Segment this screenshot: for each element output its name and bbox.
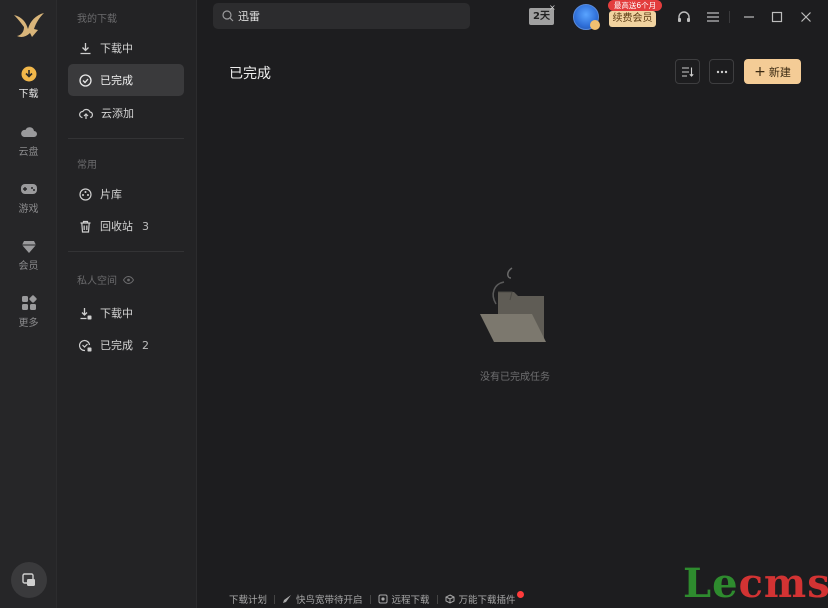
sidebar-item-label: 下载中 <box>100 42 133 55</box>
search-icon <box>222 10 234 22</box>
watermark-logo: Lecms <box>683 560 828 608</box>
sidebar-item-completed[interactable]: 已完成 <box>68 64 184 96</box>
boost-label: 快鸟宽带待开启 <box>296 595 363 606</box>
rail-item-cloud[interactable]: 云盘 <box>0 124 57 174</box>
footer-bar: 下载计划 快鸟宽带待开启 远程下载 万能下载插件 <box>229 590 524 606</box>
cube-icon <box>445 594 455 604</box>
rail-item-download[interactable]: 下载 <box>0 66 57 116</box>
private-completed-count: 2 <box>142 338 149 352</box>
apps-icon <box>21 295 37 310</box>
download-plan-link[interactable]: 下载计划 <box>229 592 267 606</box>
download-icon <box>21 66 36 82</box>
private-complete-icon <box>79 339 92 351</box>
title-divider <box>729 11 730 23</box>
footer-divider <box>436 594 438 604</box>
divider <box>68 138 184 139</box>
search-input[interactable] <box>238 9 458 23</box>
section-my-downloads: 我的下载 <box>77 14 117 25</box>
remote-label: 远程下载 <box>391 595 430 606</box>
plugin-label: 万能下载插件 <box>458 595 516 606</box>
vip-badge-icon <box>590 20 600 30</box>
minimize-icon <box>744 16 754 18</box>
rail-label: 会员 <box>18 261 39 272</box>
maximize-icon <box>771 11 783 23</box>
rail-label: 下载 <box>18 89 39 100</box>
headset-icon <box>678 11 690 22</box>
rail-item-more[interactable]: 更多 <box>0 295 57 345</box>
sort-button[interactable] <box>675 59 700 84</box>
sidebar: 我的下载 下载中 已完成 云添加 常用 片库 回收站 3 私人空间 下载中 已完… <box>57 0 197 608</box>
minimize-button[interactable] <box>741 9 757 25</box>
sidebar-item-label: 已完成 <box>100 74 133 87</box>
download-arrow-icon <box>80 42 91 54</box>
rail-label: 游戏 <box>18 204 39 215</box>
rocket-icon <box>283 595 292 603</box>
thunder-bird-logo <box>12 9 46 41</box>
rail-item-game[interactable]: 游戏 <box>0 181 57 231</box>
sidebar-item-label: 回收站 <box>100 220 133 233</box>
private-download-icon <box>80 307 92 319</box>
empty-folder-illustration <box>476 264 552 348</box>
sidebar-item-private-downloading[interactable]: 下载中 <box>68 297 184 329</box>
mini-mode-button[interactable] <box>11 562 47 598</box>
sort-icon <box>682 66 694 77</box>
plus-icon: + <box>754 63 766 80</box>
diamond-icon <box>21 241 36 253</box>
app-rail: 下载 云盘 游戏 会员 更多 <box>0 0 57 608</box>
cloud-icon <box>20 127 37 137</box>
gamepad-icon <box>20 184 37 194</box>
section-private-space: 私人空间 <box>77 272 134 287</box>
sidebar-item-cloud-add[interactable]: 云添加 <box>68 97 184 129</box>
renew-vip-button[interactable]: 续费会员 <box>609 11 656 27</box>
section-common: 常用 <box>77 160 97 171</box>
sidebar-item-film-library[interactable]: 片库 <box>68 178 184 210</box>
more-icon <box>716 70 727 73</box>
section-private-label: 私人空间 <box>77 276 117 287</box>
notification-dot <box>516 590 524 598</box>
boost-link[interactable]: 快鸟宽带待开启 <box>282 592 363 606</box>
page-title: 已完成 <box>229 66 271 82</box>
cloud-upload-icon <box>79 108 93 119</box>
rail-item-vip[interactable]: 会员 <box>0 238 57 288</box>
remote-download-link[interactable]: 远程下载 <box>378 592 430 606</box>
sidebar-item-label: 片库 <box>100 188 122 201</box>
check-circle-icon <box>79 73 92 87</box>
footer-divider <box>369 594 371 604</box>
recycle-count-badge: 3 <box>142 219 149 233</box>
sidebar-item-label: 下载中 <box>100 307 133 320</box>
support-button[interactable] <box>676 9 692 25</box>
film-reel-icon <box>79 187 92 201</box>
eye-icon[interactable] <box>123 275 134 284</box>
search-box[interactable] <box>213 3 470 29</box>
close-icon <box>801 12 811 22</box>
watermark-part-1: Le <box>683 560 739 607</box>
remote-icon <box>378 594 388 604</box>
footer-divider <box>274 594 276 604</box>
sidebar-item-label: 云添加 <box>101 107 134 120</box>
sidebar-item-label: 已完成 <box>100 339 133 352</box>
new-task-button[interactable]: + 新建 <box>744 59 801 84</box>
new-task-label: 新建 <box>768 65 791 79</box>
window-switch-icon <box>22 573 35 586</box>
more-options-button[interactable] <box>709 59 734 84</box>
close-button[interactable] <box>798 9 814 25</box>
empty-state-text: 没有已完成任务 <box>480 372 550 383</box>
close-icon[interactable]: × <box>549 3 556 12</box>
rail-label: 云盘 <box>18 147 39 158</box>
sidebar-item-downloading[interactable]: 下载中 <box>68 32 184 64</box>
plugin-link[interactable]: 万能下载插件 <box>445 592 516 606</box>
promo-tag: 最高送6个月 <box>608 0 662 11</box>
watermark-part-2: cms <box>738 560 828 607</box>
rail-label: 更多 <box>18 318 39 329</box>
trash-icon <box>80 220 91 233</box>
maximize-button[interactable] <box>769 9 785 25</box>
menu-icon <box>707 12 719 22</box>
menu-button[interactable] <box>705 9 721 25</box>
sidebar-item-recycle-bin[interactable]: 回收站 3 <box>68 210 184 242</box>
divider <box>68 251 184 252</box>
sidebar-item-private-completed[interactable]: 已完成 2 <box>68 329 184 361</box>
